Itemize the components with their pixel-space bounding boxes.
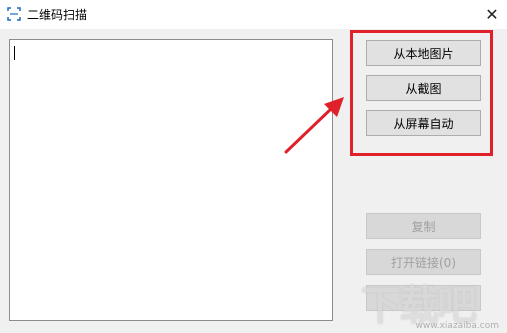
- close-button[interactable]: ✕: [477, 0, 507, 29]
- watermark: 下载吧 www.xiazaiba.com: [361, 273, 501, 331]
- highlight-box: [350, 30, 493, 156]
- title-bar: 二维码扫描 ✕: [0, 0, 507, 29]
- scan-result-textarea[interactable]: [9, 39, 333, 321]
- close-icon[interactable]: ✕: [485, 5, 498, 24]
- window-title: 二维码扫描: [27, 8, 88, 22]
- text-caret: [14, 46, 15, 60]
- copy-button[interactable]: 复制: [366, 213, 481, 239]
- watermark-url: www.xiazaiba.com: [415, 321, 499, 331]
- scan-frame-icon: [7, 7, 21, 21]
- pointer-arrow-icon: [284, 97, 344, 154]
- open-link-button[interactable]: 打开链接(0): [366, 249, 481, 275]
